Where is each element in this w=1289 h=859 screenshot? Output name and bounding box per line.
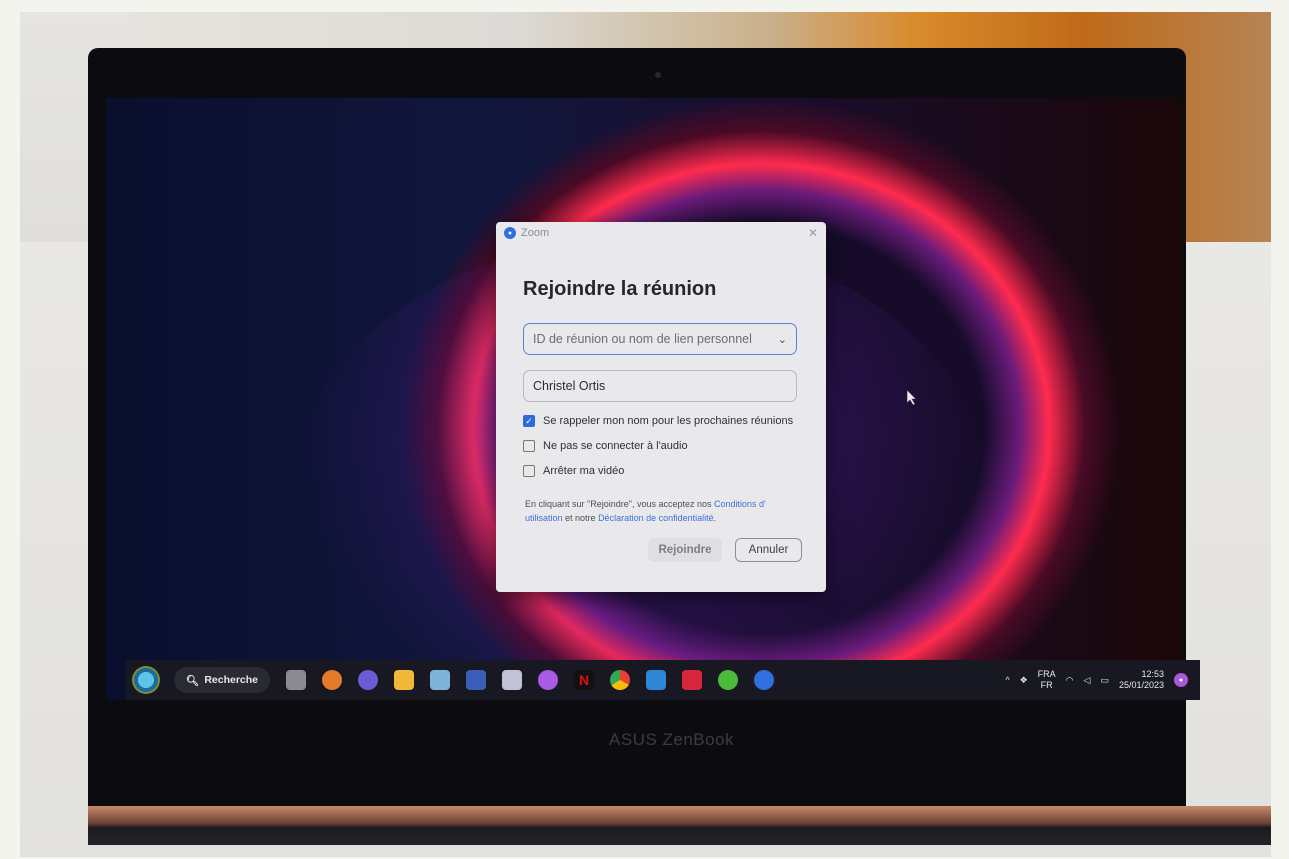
- zoom-join-dialog: ● Zoom ✕ Rejoindre la réunion ID de réun…: [496, 222, 826, 592]
- clock-date: 25/01/2023: [1118, 680, 1164, 690]
- battery-icon[interactable]: ▭: [1100, 675, 1109, 686]
- messenger-icon[interactable]: [538, 670, 558, 690]
- camera-icon[interactable]: [358, 670, 378, 690]
- dialog-title: Rejoindre la réunion: [523, 278, 717, 300]
- search-icon: 🔍︎: [185, 674, 200, 687]
- laptop-brand: ASUS ZenBook: [609, 730, 735, 749]
- start-icon[interactable]: [132, 666, 160, 694]
- zoom-icon[interactable]: [754, 670, 774, 690]
- legal-middle: et notre: [562, 513, 599, 523]
- legal-text: En cliquant sur "Rejoindre", vous accept…: [525, 497, 797, 525]
- join-button[interactable]: Rejoindre: [648, 538, 722, 562]
- netflix-icon[interactable]: N: [574, 670, 594, 690]
- dialog-titlebar: ● Zoom ✕: [496, 222, 826, 244]
- language-top: FRA: [1037, 669, 1056, 679]
- legal-suffix: .: [713, 513, 717, 523]
- app-icon[interactable]: [466, 670, 486, 690]
- dialog-app-name: Zoom: [521, 227, 550, 239]
- paint-icon[interactable]: [502, 670, 522, 690]
- zoom-logo-icon: ●: [504, 227, 516, 239]
- laptop-hinge: [88, 806, 1271, 845]
- chevron-down-icon[interactable]: ⌄: [778, 333, 787, 346]
- no-audio-checkbox[interactable]: [523, 440, 535, 452]
- system-tray: ^ ❖ FRA FR ◠ ◁ ▭ 12:53 25/01/2023 ●: [1005, 669, 1188, 691]
- folder-icon[interactable]: [394, 670, 414, 690]
- files-icon[interactable]: [286, 670, 306, 690]
- cancel-button[interactable]: Annuler: [735, 538, 802, 562]
- stop-video-label: Arrêter ma vidéo: [543, 465, 625, 477]
- dropbox-icon[interactable]: ❖: [1020, 675, 1028, 686]
- clock[interactable]: 12:53 25/01/2023: [1119, 669, 1164, 691]
- teams-icon[interactable]: [322, 670, 342, 690]
- volume-icon[interactable]: ◁: [1084, 675, 1091, 686]
- name-input[interactable]: Christel Ortis: [523, 370, 797, 402]
- no-audio-option[interactable]: Ne pas se connecter à l'audio: [523, 440, 688, 452]
- chevron-up-icon[interactable]: ^: [1005, 675, 1009, 685]
- legal-prefix: En cliquant sur "Rejoindre", vous accept…: [525, 499, 714, 509]
- no-audio-label: Ne pas se connecter à l'audio: [543, 440, 688, 452]
- webcam-icon: [655, 72, 661, 78]
- stop-video-checkbox[interactable]: [523, 465, 535, 477]
- meeting-id-input[interactable]: ID de réunion ou nom de lien personnel ⌄: [523, 323, 797, 355]
- tool-icon[interactable]: [682, 670, 702, 690]
- clover-icon[interactable]: [718, 670, 738, 690]
- privacy-link[interactable]: Déclaration de confidentialité: [598, 513, 714, 523]
- search-label: Recherche: [204, 674, 259, 686]
- chrome-icon[interactable]: [610, 670, 630, 690]
- wifi-icon[interactable]: ◠: [1066, 675, 1074, 686]
- meeting-id-placeholder: ID de réunion ou nom de lien personnel: [533, 332, 752, 346]
- taskbar-search[interactable]: 🔍︎ Recherche: [174, 667, 270, 693]
- remember-name-label: Se rappeler mon nom pour les prochaines …: [543, 415, 794, 427]
- close-icon[interactable]: ✕: [808, 226, 818, 240]
- clock-time: 12:53: [1141, 669, 1164, 679]
- photos-icon[interactable]: [430, 670, 450, 690]
- remember-name-option[interactable]: ✓ Se rappeler mon nom pour les prochaine…: [523, 415, 793, 427]
- language-indicator[interactable]: FRA FR: [1038, 669, 1056, 691]
- taskbar: 🔍︎ Recherche N ^ ❖ FRA FR ◠ ◁ ▭ 12:53 25…: [126, 660, 1200, 700]
- notification-avatar-icon[interactable]: ●: [1174, 673, 1188, 687]
- stop-video-option[interactable]: Arrêter ma vidéo: [523, 465, 624, 477]
- store-icon[interactable]: [646, 670, 666, 690]
- language-bottom: FR: [1040, 680, 1053, 690]
- name-value: Christel Ortis: [533, 379, 606, 393]
- remember-name-checkbox[interactable]: ✓: [523, 415, 535, 427]
